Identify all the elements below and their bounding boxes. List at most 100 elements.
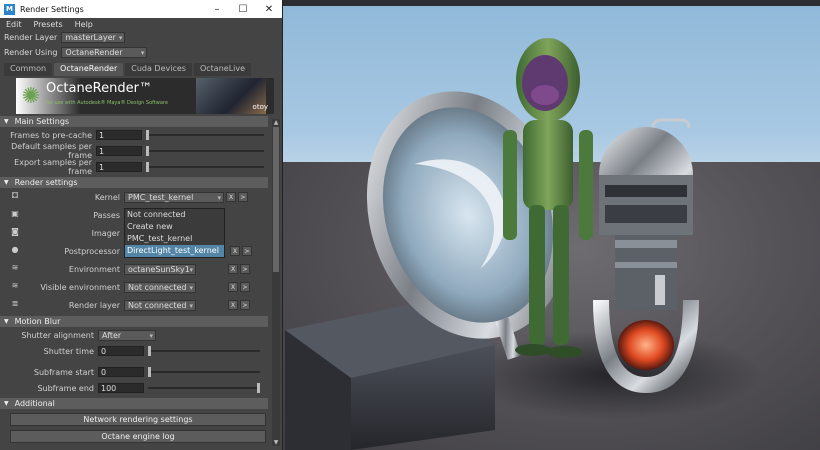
slider-handle[interactable] [257,383,260,393]
section-motion-blur[interactable]: ▼ Motion Blur [0,316,268,327]
tab-common[interactable]: Common [4,63,53,76]
default-samples-input[interactable]: 1 [96,146,142,156]
banner-title: OctaneRender™ [46,81,152,96]
section-main-settings[interactable]: ▼ Main Settings [0,116,268,127]
environment-disconnect-button[interactable]: X [228,264,238,274]
otoy-logo: otoy [252,103,268,111]
environment-select[interactable]: octaneSunSky1 [124,263,196,275]
render-layer-select[interactable]: masterLayer [61,32,126,43]
dropdown-item-directlight-test-kernel[interactable]: DirectLight_test_kernel [125,245,224,257]
menu-bar: Edit Presets Help [0,18,282,30]
shutter-time-label: Shutter time [43,346,94,356]
slider-handle[interactable] [148,367,151,377]
export-samples-slider[interactable] [146,162,264,172]
dropdown-item-not-connected[interactable]: Not connected [125,209,224,221]
section-title: Motion Blur [14,317,61,326]
export-samples-input[interactable]: 1 [96,162,142,172]
slider-handle[interactable] [148,346,151,356]
postprocessor-disconnect-button[interactable]: X [230,246,240,256]
render-layer-node-icon: ≣ [11,299,19,308]
render-layer-label: Render Layer [4,33,58,42]
shutter-alignment-select[interactable]: After [98,329,156,341]
octane-banner: ✺ OctaneRender™ for use with Autodesk® M… [16,78,274,114]
scroll-up-icon[interactable]: ▲ [272,119,280,126]
render-using-label: Render Using [4,48,58,57]
menu-presets[interactable]: Presets [34,20,63,29]
minimize-button[interactable]: – [204,4,230,15]
frames-precache-slider[interactable] [146,130,264,140]
subframe-end-row: Subframe end 100 [0,380,282,396]
octane-logo-icon: ✺ [21,83,41,109]
subframe-start-slider[interactable] [148,367,260,377]
passes-node-icon: ▣ [11,209,19,218]
tab-octanelive[interactable]: OctaneLive [193,63,252,76]
panel-scrollbar[interactable]: ▲ ▼ [272,119,280,446]
octane-engine-log-button[interactable]: Octane engine log [10,430,266,443]
subframe-end-label: Subframe end [37,383,94,393]
shutter-alignment-label: Shutter alignment [21,330,94,340]
frames-precache-row: Frames to pre-cache 1 [0,127,282,143]
section-title: Main Settings [14,117,70,126]
frames-precache-input[interactable]: 1 [96,130,142,140]
network-rendering-settings-button[interactable]: Network rendering settings [10,413,266,426]
collapse-arrow-icon: ▼ [4,118,9,125]
subframe-start-row: Subframe start 0 [0,364,282,380]
subframe-end-input[interactable]: 100 [98,383,144,393]
title-bar: M Render Settings – ☐ ✕ [0,0,282,18]
visible-environment-disconnect-button[interactable]: X [228,282,238,292]
window-title: Render Settings [20,4,84,14]
kernel-node-icon: ⚃ [11,191,19,200]
render-layer-node-row: ≣ Render layer Not connected X > [0,296,282,314]
collapse-arrow-icon: ▼ [4,179,9,186]
section-title: Additional [14,399,55,408]
section-additional[interactable]: ▼ Additional [0,398,268,409]
visible-environment-row: ≋ Visible environment Not connected X > [0,278,282,296]
visible-environment-goto-button[interactable]: > [240,282,250,292]
kernel-goto-button[interactable]: > [238,192,248,202]
scroll-thumb[interactable] [273,127,279,272]
export-samples-row: Export samples per frame 1 [0,158,282,176]
postprocessor-goto-button[interactable]: > [242,246,252,256]
render-layer-disconnect-button[interactable]: X [228,300,238,310]
subframe-start-label: Subframe start [33,367,94,377]
dropdown-item-create-new[interactable]: Create new [125,221,224,233]
slider-handle[interactable] [146,162,149,172]
environment-node-icon: ≋ [11,263,19,272]
render-scene [285,38,699,450]
scroll-down-icon[interactable]: ▼ [272,439,280,446]
menu-help[interactable]: Help [75,20,93,29]
kernel-disconnect-button[interactable]: X [226,192,236,202]
kernel-select[interactable]: PMC_test_kernel [124,191,224,203]
default-samples-slider[interactable] [146,146,264,156]
slider-handle[interactable] [146,146,149,156]
renderer-tabs: Common OctaneRender Cuda Devices OctaneL… [0,63,282,76]
render-using-select[interactable]: OctaneRender [61,47,148,58]
render-viewport[interactable] [283,0,820,450]
postprocessor-node-icon: ● [11,245,19,254]
tab-octanerender[interactable]: OctaneRender [54,63,124,76]
environment-goto-button[interactable]: > [240,264,250,274]
close-button[interactable]: ✕ [256,4,282,15]
maximize-button[interactable]: ☐ [230,4,256,15]
maya-icon: M [4,3,15,15]
subframe-start-input[interactable]: 0 [98,367,144,377]
dropdown-item-pmc-test-kernel[interactable]: PMC_test_kernel [125,233,224,245]
subframe-end-slider[interactable] [148,383,260,393]
shutter-time-input[interactable]: 0 [98,346,144,356]
imager-node-icon: ◙ [11,227,19,236]
render-robot [593,118,699,394]
menu-edit[interactable]: Edit [6,20,22,29]
tab-cuda-devices[interactable]: Cuda Devices [125,63,192,76]
kernel-row: ⚃ Kernel PMC_test_kernel X > [0,188,282,206]
shutter-time-slider[interactable] [148,346,260,356]
shutter-time-row: Shutter time 0 [0,343,282,359]
section-title: Render settings [14,178,78,187]
render-layer-node-select[interactable]: Not connected [124,299,196,311]
environment-row: ≋ Environment octaneSunSky1 X > [0,260,282,278]
section-render-settings[interactable]: ▼ Render settings [0,177,268,188]
render-settings-window: M Render Settings – ☐ ✕ Edit Presets Hel… [0,0,283,450]
slider-handle[interactable] [146,130,149,140]
visible-environment-select[interactable]: Not connected [124,281,196,293]
collapse-arrow-icon: ▼ [4,400,9,407]
render-layer-goto-button[interactable]: > [240,300,250,310]
